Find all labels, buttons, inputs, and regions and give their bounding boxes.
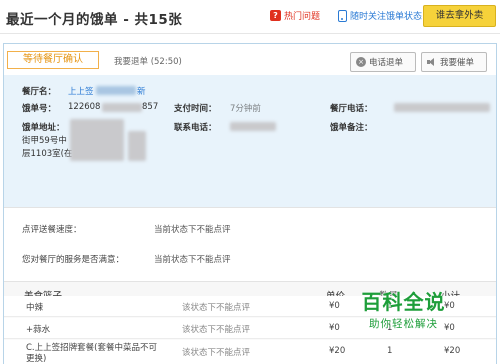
redacted-order-number (102, 103, 142, 112)
status-badge: 等待餐厅确认 (7, 51, 99, 69)
address-line-1: 街甲59号中 (22, 136, 67, 146)
item-subtotal: ¥20 (444, 346, 461, 356)
restaurant-link[interactable]: 上上签 (68, 85, 94, 97)
order-remark-label: 饿单备注： (330, 123, 373, 133)
redacted-address (70, 119, 124, 161)
page-title: 最近一个月的饿单 - 共15张 (6, 12, 183, 28)
refund-call-label: 电话退单 (369, 58, 404, 68)
rating-section: 点评送餐速度： 当前状态下不能点评 您对餐厅的服务是否满意： 当前状态下不能点评 (4, 207, 496, 277)
redacted-address-2 (128, 131, 146, 161)
item-price: ¥0 (329, 301, 340, 311)
order-number-tail: 857 (142, 102, 159, 112)
speed-rating-label: 点评送餐速度： (22, 225, 82, 235)
watermark: 百科全说 助你轻松解决 (346, 286, 461, 342)
order-number-label: 饿单号： (22, 104, 57, 114)
redacted-restaurant (96, 86, 136, 95)
restaurant-link-tail[interactable]: 新 (137, 85, 146, 97)
item-rating-note: 该状态下不能点评 (182, 325, 251, 335)
pay-time-label: 支付时间： (174, 104, 217, 114)
track-status-link[interactable]: 随时关注饿单状态 (338, 9, 422, 22)
item-name: +蒜水 (26, 325, 51, 335)
refund-call-button[interactable]: × 电话退单 (350, 52, 416, 72)
speed-rating-row: 点评送餐速度： 当前状态下不能点评 (4, 218, 496, 238)
service-rating-row: 您对餐厅的服务是否满意： 当前状态下不能点评 (4, 248, 496, 268)
contact-phone-label: 联系电话： (174, 123, 217, 133)
redacted-restaurant-phone (394, 103, 490, 112)
item-price: ¥20 (329, 346, 346, 356)
order-info: 餐厅名： 上上签 新 饿单号： 122608 857 支付时间： 7分钟前 餐厅… (4, 75, 496, 207)
close-circle-icon: × (356, 57, 366, 67)
page-header: 最近一个月的饿单 - 共15张 ? 热门问题 随时关注饿单状态 谁去拿外卖 (0, 0, 500, 34)
urge-order-label: 我要催单 (440, 58, 475, 68)
speed-rating-value: 当前状态下不能点评 (154, 225, 231, 235)
hot-issues-link[interactable]: ? 热门问题 (270, 9, 320, 22)
service-rating-label: 您对餐厅的服务是否满意： (22, 255, 125, 265)
hot-issues-label: 热门问题 (284, 12, 321, 22)
item-price: ¥0 (329, 323, 340, 333)
item-rating-note: 该状态下不能点评 (182, 303, 251, 313)
restaurant-label: 餐厅名： (22, 87, 57, 97)
item-name: 中辣 (26, 303, 44, 313)
review-button[interactable]: 谁去拿外卖 (423, 5, 496, 27)
question-icon: ? (270, 10, 281, 21)
table-row: C.上上签招牌套餐(套餐中菜品不可 更换) 该状态下不能点评 ¥20 1 ¥20 (4, 340, 496, 364)
pay-time-value: 7分钟前 (230, 104, 261, 114)
phone-icon (338, 9, 347, 22)
restaurant-phone-label: 餐厅电话： (330, 104, 373, 114)
service-rating-value: 当前状态下不能点评 (154, 255, 231, 265)
item-rating-note: 该状态下不能点评 (182, 348, 251, 358)
refund-countdown: 我要退单 (52:50) (114, 57, 182, 67)
watermark-title: 百科全说 (361, 290, 446, 314)
item-quantity: 1 (387, 346, 393, 356)
watermark-subtitle: 助你轻松解决 (369, 318, 438, 330)
item-name-line-2: 更换) (26, 354, 47, 364)
redacted-contact-phone (230, 122, 276, 131)
urge-order-button[interactable]: 我要催单 (421, 52, 487, 72)
track-status-label: 随时关注饿单状态 (350, 12, 423, 22)
order-number-head: 122608 (68, 102, 101, 112)
order-status-bar: 等待餐厅确认 我要退单 (52:50) × 电话退单 我要催单 (4, 44, 496, 75)
address-line-2: 层1103室(在 (22, 149, 73, 159)
address-label: 饿单地址： (22, 123, 65, 133)
speaker-icon (427, 57, 437, 67)
